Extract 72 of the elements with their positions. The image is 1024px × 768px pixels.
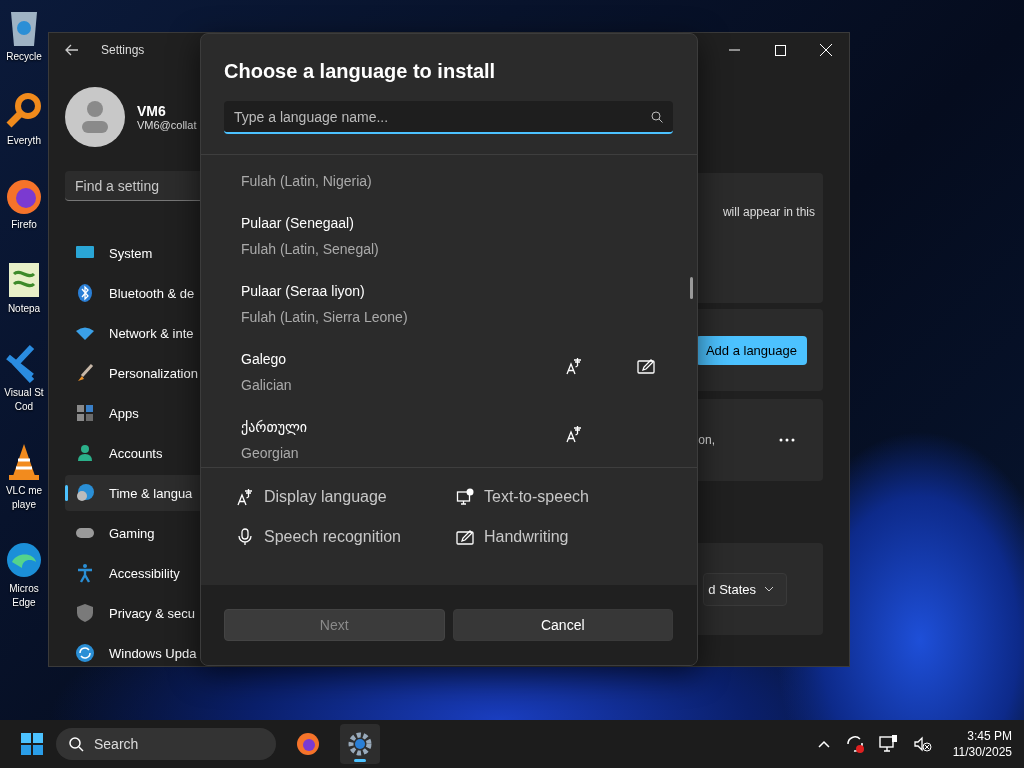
chevron-down-icon (764, 586, 774, 592)
desktop-icon-label[interactable]: Visual St (4, 386, 44, 400)
language-name[interactable]: Pulaar (Senegaal) (241, 215, 565, 231)
language-name[interactable]: Galego (241, 351, 565, 367)
notepad-icon (6, 260, 42, 300)
desktop-icon-label[interactable]: Edge (12, 596, 36, 610)
desktop-icon-label[interactable]: Recycle (6, 50, 42, 64)
pen-on-pad-icon (637, 357, 655, 375)
letter-a-glyph-icon (565, 357, 583, 375)
person-icon (75, 443, 95, 463)
feature-label: Text-to-speech (484, 488, 589, 506)
apps-icon (75, 403, 95, 423)
feature-label: Display language (264, 488, 387, 506)
back-arrow-icon[interactable] (65, 44, 79, 56)
dialog-title: Choose a language to install (224, 60, 497, 83)
card-description: will appear in this (722, 205, 815, 219)
letter-a-glyph-icon (565, 425, 583, 443)
dialog-button[interactable]: Cancel (452, 609, 673, 641)
accessibility-icon (75, 563, 95, 583)
desktop-icon-label[interactable]: VLC me (5, 484, 43, 498)
clock-date[interactable]: 11/30/2025 (952, 744, 1012, 760)
account-email: VM6@collat (137, 119, 197, 131)
feature-label: Speech recognition (264, 528, 401, 546)
person-silhouette-icon (80, 100, 110, 134)
letter-a-glyph-icon (236, 488, 254, 506)
desktop-icon-label[interactable]: Firefo (11, 218, 37, 232)
window-title: Settings (101, 43, 145, 57)
desktop-icon-label[interactable]: Micros (9, 582, 39, 596)
card-description: on, (698, 433, 715, 447)
speaker-muted-icon[interactable] (912, 734, 933, 754)
traffic-cone-icon (6, 442, 42, 482)
clock-time[interactable]: 3:45 PM (967, 728, 1012, 744)
nav-item[interactable]: Accessibility (65, 555, 245, 591)
add-language-button[interactable]: Add a language (695, 335, 807, 365)
taskbar-app-button[interactable] (340, 724, 380, 764)
desktop-icon-label[interactable]: Cod (14, 400, 34, 414)
desktop-icon-label[interactable]: Notepa (7, 302, 41, 316)
fox-globe-icon (296, 732, 320, 756)
settings-icon (348, 732, 372, 756)
chevron-up-icon[interactable] (816, 739, 831, 749)
desktop-icon-label[interactable]: Everyth (7, 134, 41, 148)
language-english-name: Fulah (Latin, Sierra Leone) (241, 309, 409, 325)
maximize-icon (774, 44, 786, 56)
language-english-name: Fulah (Latin, Senegal) (241, 241, 380, 257)
taskbar-search-field[interactable]: Search (56, 728, 276, 760)
close-icon (820, 44, 832, 56)
language-english-name: Fulah (Latin, Nigeria) (241, 173, 373, 189)
language-english-name: Georgian (241, 445, 300, 461)
pen-on-pad-icon (456, 528, 474, 546)
desktop-icon-label[interactable]: playe (12, 498, 36, 512)
account-name: VM6 (137, 103, 167, 119)
monitor-icon[interactable] (878, 734, 899, 754)
minimize-icon (728, 49, 740, 51)
search-icon (651, 111, 663, 123)
language-search-field[interactable]: Type a language name... (224, 101, 673, 134)
clock-globe-icon (75, 483, 95, 503)
language-name[interactable]: Pulaar (Seraa liyon) (241, 283, 565, 299)
region-dropdown[interactable]: d States (703, 572, 787, 606)
monitor-speech-icon (456, 488, 474, 506)
language-name[interactable]: ქართული (241, 419, 565, 435)
wave-swirl-icon (4, 540, 44, 580)
shield-icon (75, 603, 95, 623)
microphone-icon (236, 528, 254, 546)
sync-alert-icon[interactable] (844, 734, 865, 754)
brush-icon (75, 363, 95, 383)
more-options-icon[interactable] (779, 438, 795, 442)
search-icon (68, 736, 84, 752)
feature-label: Handwriting (484, 528, 569, 546)
language-english-name: Galician (241, 377, 293, 393)
start-icon[interactable] (20, 732, 44, 756)
bluetooth-icon (75, 283, 95, 303)
refresh-icon (75, 643, 95, 663)
